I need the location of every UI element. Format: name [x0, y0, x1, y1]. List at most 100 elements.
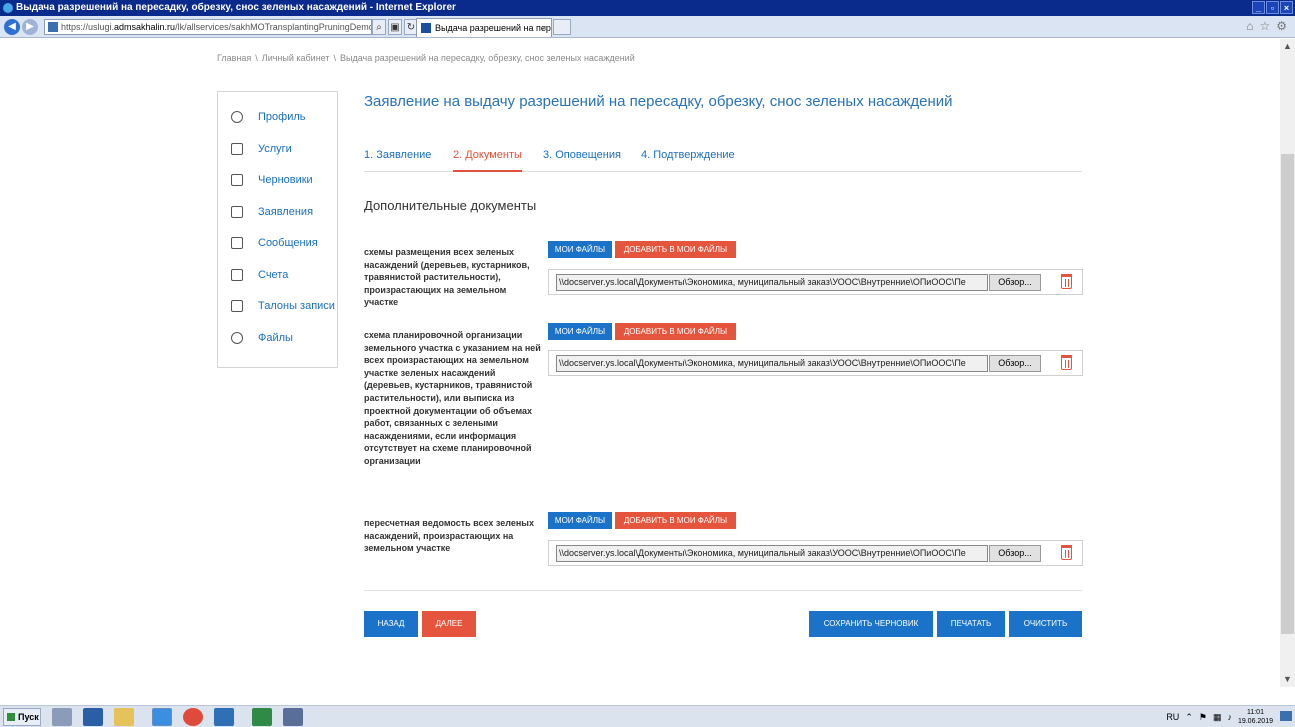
- sidebar-item-label: Талоны записи: [258, 300, 335, 312]
- url-host: admsakhalin.ru: [114, 22, 176, 32]
- add-to-my-files-button[interactable]: ДОБАВИТЬ В МОИ ФАЙЛЫ: [615, 512, 736, 529]
- sidebar-item-label: Заявления: [258, 205, 314, 218]
- document-label: схемы размещения всех зеленых насаждений…: [364, 247, 530, 308]
- internet-explorer-icon: [3, 3, 13, 13]
- excel-icon[interactable]: [252, 708, 272, 726]
- minimize-button[interactable]: _: [1252, 1, 1265, 14]
- envelope-icon: [231, 237, 243, 249]
- vertical-scrollbar[interactable]: ▲ ▼: [1280, 39, 1295, 687]
- file-path-input[interactable]: \\docserver.ys.local\Документы\Экономика…: [556, 274, 988, 291]
- tray-arrow-icon[interactable]: ⌃: [1185, 712, 1193, 723]
- next-button[interactable]: ДАЛЕЕ: [422, 611, 476, 637]
- file-upload-row: \\docserver.ys.local\Документы\Экономика…: [548, 350, 1083, 376]
- scroll-up-icon[interactable]: ▲: [1280, 39, 1295, 54]
- save-draft-button[interactable]: СОХРАНИТЬ ЧЕРНОВИК: [809, 611, 933, 637]
- trash-icon[interactable]: [1061, 274, 1072, 289]
- remote-desktop-icon[interactable]: [283, 708, 303, 726]
- back-nav-button[interactable]: ◀: [4, 19, 20, 35]
- my-files-button[interactable]: МОИ ФАЙЛЫ: [548, 323, 612, 340]
- add-to-my-files-button[interactable]: ДОБАВИТЬ В МОИ ФАЙЛЫ: [615, 323, 736, 340]
- tab-notifications[interactable]: 3. Оповещения: [543, 147, 621, 172]
- sidebar-item-drafts[interactable]: Черновики: [218, 169, 337, 201]
- sidebar-item-messages[interactable]: Сообщения: [218, 232, 337, 264]
- document-label: пересчетная ведомость всех зеленых насаж…: [364, 518, 534, 554]
- tab-close-icon[interactable]: ×: [542, 19, 547, 37]
- page-content: Главная \ Личный кабинет \ Выдача разрешений…: [0, 39, 1280, 687]
- chrome-icon[interactable]: [183, 708, 203, 726]
- volume-icon[interactable]: ♪: [1227, 712, 1232, 722]
- sidebar-item-services[interactable]: Услуги: [218, 138, 337, 170]
- file-path-input[interactable]: \\docserver.ys.local\Документы\Экономика…: [556, 355, 988, 372]
- home-icon[interactable]: ⌂: [1246, 19, 1253, 33]
- scroll-down-icon[interactable]: ▼: [1280, 672, 1295, 687]
- sidebar-item-label: Черновики: [258, 174, 313, 186]
- step-tabs: 1. Заявление 2. Документы 3. Оповещения …: [364, 147, 1082, 172]
- draft-icon: [231, 174, 243, 186]
- browse-button[interactable]: Обзор...: [989, 545, 1041, 562]
- breadcrumb-separator: \: [333, 53, 337, 63]
- sidebar-item-label: Файлы: [258, 331, 293, 344]
- clear-button[interactable]: ОЧИСТИТЬ: [1009, 611, 1082, 637]
- tab-documents[interactable]: 2. Документы: [453, 147, 522, 172]
- file-path-input[interactable]: \\docserver.ys.local\Документы\Экономика…: [556, 545, 988, 562]
- network-app-icon[interactable]: [52, 708, 72, 726]
- search-icon[interactable]: ⌕: [372, 19, 386, 35]
- network-icon[interactable]: ▦: [1213, 712, 1222, 723]
- browser-toolbar: ◀ ▶ https://uslugi.admsakhalin.ru/lk/all…: [0, 16, 1295, 38]
- file-upload-row: \\docserver.ys.local\Документы\Экономика…: [548, 269, 1083, 295]
- my-files-button[interactable]: МОИ ФАЙЛЫ: [548, 512, 612, 529]
- window-controls: _ ▫ ×: [1252, 1, 1293, 14]
- sidebar-item-bills[interactable]: Счета: [218, 264, 337, 296]
- breadcrumb-home[interactable]: Главная: [217, 53, 251, 63]
- show-desktop-icon[interactable]: [1280, 711, 1292, 721]
- trash-icon[interactable]: [1061, 545, 1072, 560]
- address-bar[interactable]: https://uslugi.admsakhalin.ru/lk/allserv…: [44, 19, 372, 35]
- tab-title: Выдача разрешений на пер...: [435, 23, 552, 33]
- page-title: Заявление на выдачу разрешений на переса…: [364, 93, 953, 110]
- clock-date: 19.06.2019: [1237, 718, 1273, 725]
- list-icon: [231, 142, 243, 155]
- address-bar-icons: ⌕ ▣ ↻: [372, 19, 418, 35]
- tab-favicon: [421, 23, 431, 33]
- file-upload-row: \\docserver.ys.local\Документы\Экономика…: [548, 540, 1083, 566]
- add-to-my-files-button[interactable]: ДОБАВИТЬ В МОИ ФАЙЛЫ: [615, 241, 736, 258]
- url-prefix: https://uslugi.: [61, 22, 115, 32]
- clock[interactable]: 11:01 19.06.2019: [1238, 708, 1273, 726]
- close-window-button[interactable]: ×: [1280, 1, 1293, 14]
- window-title: Выдача разрешений на пересадку, обрезку,…: [16, 2, 456, 13]
- browser-tab[interactable]: Выдача разрешений на пер... ×: [416, 18, 552, 37]
- breadcrumb-separator: \: [255, 53, 258, 63]
- lock-icon[interactable]: ▣: [388, 19, 402, 35]
- internet-explorer-taskbar-icon[interactable]: [152, 708, 172, 726]
- word-icon[interactable]: [214, 708, 234, 726]
- tab-confirmation[interactable]: 4. Подтверждение: [641, 147, 735, 172]
- language-indicator[interactable]: RU: [1166, 712, 1179, 722]
- window-titlebar: Выдача разрешений на пересадку, обрезку,…: [0, 0, 1295, 16]
- sidebar-item-profile[interactable]: Профиль: [218, 106, 337, 138]
- forward-nav-button[interactable]: ▶: [22, 19, 38, 35]
- back-button[interactable]: НАЗАД: [364, 611, 418, 637]
- sidebar-item-tickets[interactable]: Талоны записи: [218, 295, 337, 327]
- settings-gear-icon[interactable]: ⚙: [1276, 19, 1287, 33]
- new-tab-button[interactable]: [553, 19, 571, 35]
- document-icon: [231, 205, 243, 218]
- flag-icon[interactable]: ⚑: [1199, 712, 1207, 723]
- start-button[interactable]: Пуск: [3, 708, 41, 726]
- scroll-thumb[interactable]: [1281, 154, 1294, 634]
- breadcrumb-cabinet[interactable]: Личный кабинет: [262, 53, 330, 63]
- system-tray: RU ⌃ ⚑ ▦ ♪ 11:01 19.06.2019: [1166, 708, 1273, 726]
- folder-icon[interactable]: [114, 708, 134, 726]
- trash-icon[interactable]: [1061, 355, 1072, 370]
- tab-statement[interactable]: 1. Заявление: [364, 147, 431, 172]
- sidebar-item-files[interactable]: Файлы: [218, 327, 337, 359]
- browse-button[interactable]: Обзор...: [989, 355, 1041, 372]
- my-files-button[interactable]: МОИ ФАЙЛЫ: [548, 241, 612, 258]
- sidebar-item-applications[interactable]: Заявления: [218, 201, 337, 233]
- url-path: /lk/allservices/sakhMOTransplantingPruni…: [175, 22, 371, 32]
- browse-button[interactable]: Обзор...: [989, 274, 1041, 291]
- favorites-star-icon[interactable]: ☆: [1259, 19, 1270, 33]
- print-button[interactable]: ПЕЧАТАТЬ: [937, 611, 1005, 637]
- ticket-icon: [231, 300, 243, 312]
- powershell-icon[interactable]: [83, 708, 103, 726]
- maximize-button[interactable]: ▫: [1266, 1, 1279, 14]
